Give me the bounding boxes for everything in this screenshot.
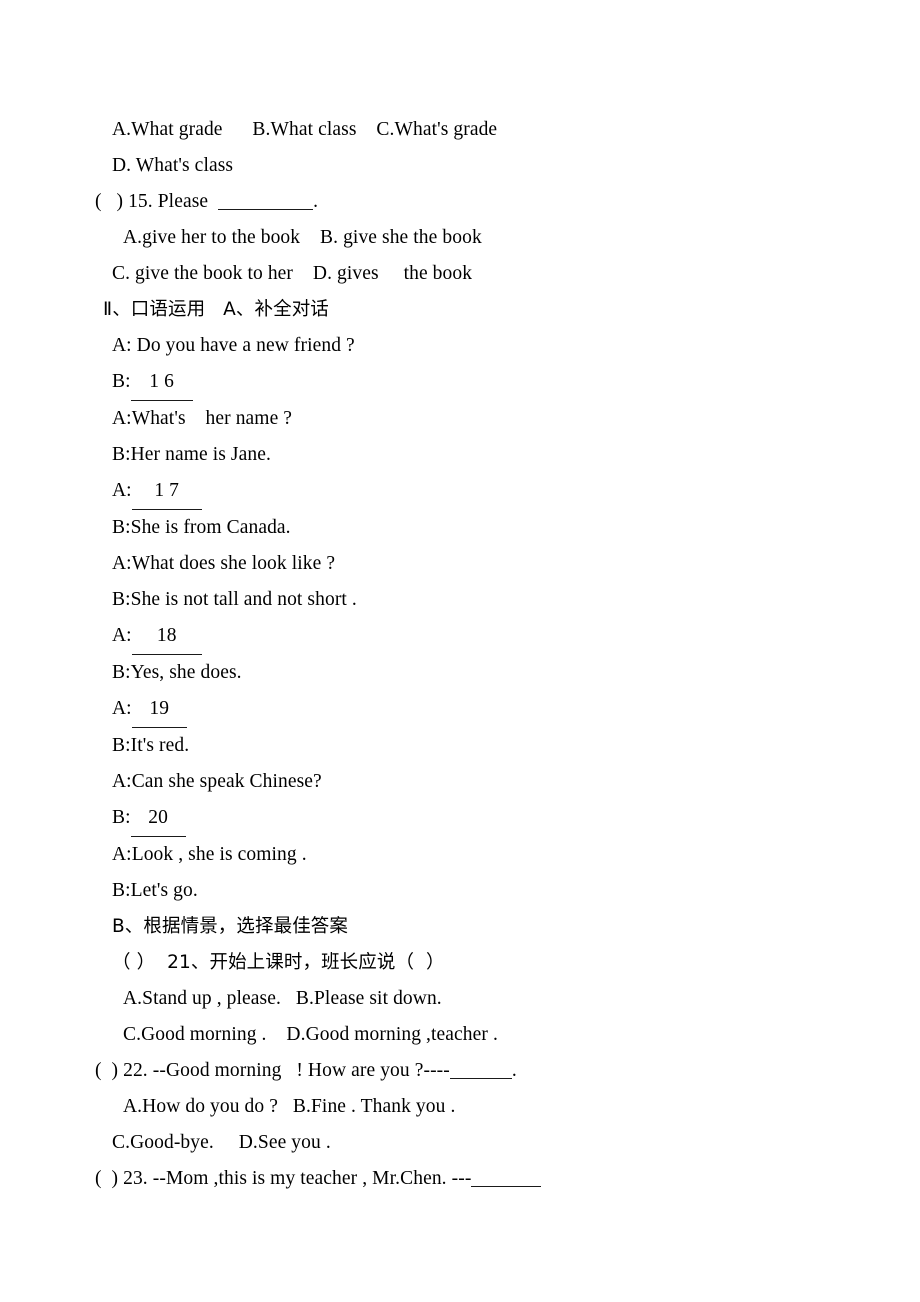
dialogue-line-a1: A: Do you have a new friend ? <box>112 335 355 356</box>
dialogue-speaker-b: B: <box>112 807 131 828</box>
dialogue-line-a8: A:Look , she is coming . <box>112 844 307 865</box>
question-22-stem-text: ( ) 22. --Good morning ! How are you ?--… <box>95 1060 450 1081</box>
question-14-option-d: D. What's class <box>112 155 234 176</box>
worksheet-page: A.What grade B.What class C.What's grade… <box>0 0 920 1302</box>
dialogue-line-b8: B:Let's go. <box>112 880 198 901</box>
dialogue-blank-16[interactable]: 1 6 <box>130 364 193 401</box>
dialogue-blank-18[interactable]: 18 <box>131 618 202 655</box>
question-15-options-cd: C. give the book to her D. gives the boo… <box>112 263 473 284</box>
dialogue-line-b7: B: 20 <box>95 800 830 837</box>
dialogue-blank-17[interactable]: 1 7 <box>131 473 202 510</box>
question-22-options-ab: A.How do you do ? B.Fine . Thank you . <box>123 1096 456 1117</box>
question-21-stem: （ ） 21、开始上课时，班长应说（ ） <box>112 952 445 973</box>
question-22-answer-blank[interactable] <box>449 1060 512 1079</box>
question-15-stem-period: . <box>313 191 319 212</box>
dialogue-speaker-a: A: <box>112 698 132 719</box>
dialogue-line-b2: B:Her name is Jane. <box>112 444 271 465</box>
question-15-stem: ( ) 15. Please . <box>95 184 830 220</box>
dialogue-blank-20[interactable]: 20 <box>130 800 186 837</box>
question-23-answer-blank[interactable] <box>471 1168 542 1187</box>
dialogue-speaker-a: A: <box>112 625 132 646</box>
question-23-stem: ( ) 23. --Mom ,this is my teacher , Mr.C… <box>95 1161 830 1197</box>
dialogue-speaker-a: A: <box>112 480 132 501</box>
question-21-options-ab: A.Stand up , please. B.Please sit down. <box>123 988 442 1009</box>
dialogue-line-a2: A:What's her name ? <box>112 408 293 429</box>
dialogue-line-b3: B:She is from Canada. <box>112 517 291 538</box>
dialogue-line-a7: A:Can she speak Chinese? <box>112 771 322 792</box>
question-14-options-abc: A.What grade B.What class C.What's grade <box>112 119 498 140</box>
question-21-options-cd: C.Good morning . D.Good morning ,teacher… <box>123 1024 498 1045</box>
dialogue-line-a4: A:What does she look like ? <box>112 553 336 574</box>
dialogue-line-b6: B:It's red. <box>112 735 190 756</box>
question-15-options-ab: A.give her to the book B. give she the b… <box>123 227 482 248</box>
question-22-stem: ( ) 22. --Good morning ! How are you ?--… <box>95 1053 830 1089</box>
dialogue-line-a3: A: 1 7 <box>95 473 830 510</box>
dialogue-blank-19[interactable]: 19 <box>131 691 187 728</box>
dialogue-line-b1: B: 1 6 <box>95 364 830 401</box>
dialogue-speaker-b: B: <box>112 371 131 392</box>
question-23-stem-text: ( ) 23. --Mom ,this is my teacher , Mr.C… <box>95 1168 472 1189</box>
dialogue-line-a6: A: 19 <box>95 691 830 728</box>
dialogue-line-b5: B:Yes, she does. <box>112 662 242 683</box>
section-b-heading: B、根据情景，选择最佳答案 <box>112 916 348 937</box>
question-22-stem-period: . <box>511 1060 517 1081</box>
question-15-stem-text: ( ) 15. Please <box>95 191 219 212</box>
dialogue-line-a5: A: 18 <box>95 618 830 655</box>
section-2-heading: Ⅱ、口语运用 A、补全对话 <box>103 299 329 320</box>
question-15-answer-blank[interactable] <box>218 191 314 210</box>
dialogue-line-b4: B:She is not tall and not short . <box>112 589 357 610</box>
question-22-options-cd: C.Good-bye. D.See you . <box>112 1132 331 1153</box>
